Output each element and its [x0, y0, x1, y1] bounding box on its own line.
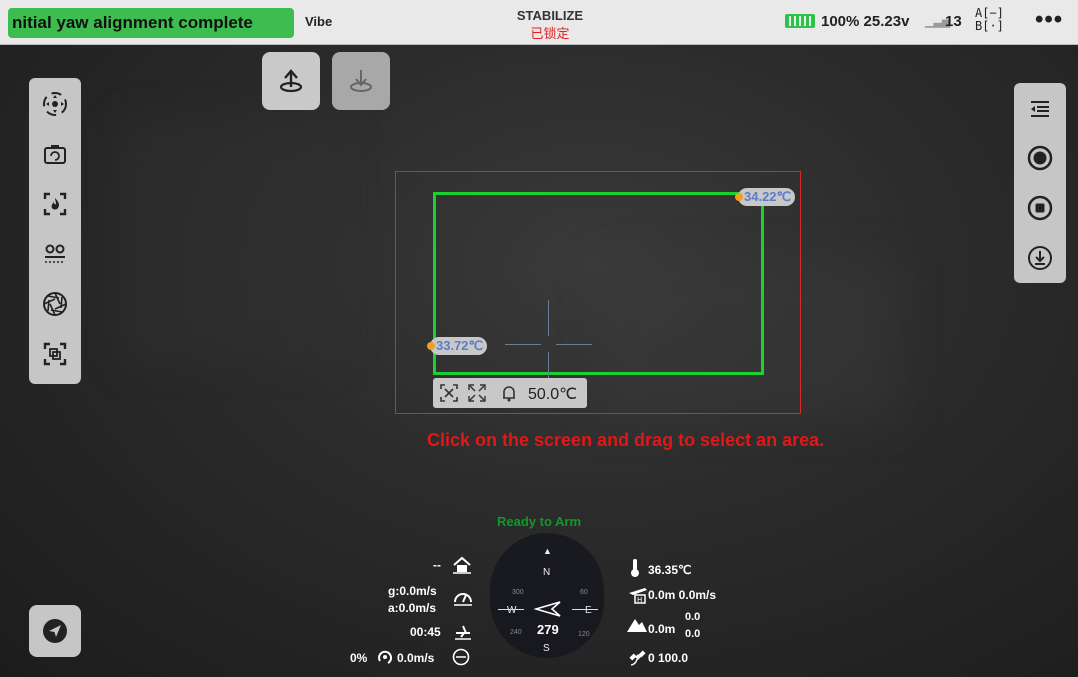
flight-time-value: 00:45: [410, 625, 441, 639]
land-icon: [350, 70, 372, 92]
camera-switch-icon: [44, 145, 66, 164]
vertical-speed-icon: [452, 648, 470, 671]
more-menu-button[interactable]: •••: [1035, 6, 1063, 34]
color-palette-button[interactable]: [35, 284, 75, 324]
left-toolbar: [29, 78, 81, 384]
top-status-bar: nitial yaw alignment complete Vibe STABI…: [0, 0, 1078, 45]
vibe-button[interactable]: Vibe: [305, 14, 332, 29]
battery-icon: [785, 14, 815, 28]
navigation-arrow-icon: [43, 619, 67, 643]
heading-value: 279: [537, 622, 559, 637]
takeoff-button[interactable]: [262, 52, 320, 110]
ab-point-indicator[interactable]: A[−] B[·]: [975, 7, 1004, 33]
collapse-panel-button[interactable]: [1020, 88, 1060, 128]
aircraft-heading-icon: [534, 601, 561, 617]
record-circle-icon: [1027, 145, 1053, 171]
crosshair-top: [548, 300, 549, 336]
gimbal-center-button[interactable]: [35, 84, 75, 124]
aperture-icon: [43, 292, 67, 316]
temperature-points-button[interactable]: [35, 234, 75, 274]
home-distance-value: --: [433, 558, 441, 572]
download-icon: [1028, 246, 1052, 270]
compass-e: E: [585, 605, 592, 616]
stop-square-icon: [1027, 195, 1053, 221]
mission-send-button[interactable]: [29, 605, 81, 657]
thermal-mode-button[interactable]: [35, 184, 75, 224]
compass-tick-120: 120: [578, 631, 590, 638]
throttle-icon: [376, 648, 394, 671]
picture-in-picture-button[interactable]: [35, 334, 75, 374]
compass-pointer-icon: ▲: [543, 546, 552, 556]
pip-icon: [43, 342, 67, 366]
clear-frame-icon: [440, 384, 458, 402]
status-message[interactable]: nitial yaw alignment complete: [8, 8, 294, 38]
crosshair-right: [556, 344, 592, 345]
compass-tick-60: 60: [580, 589, 588, 596]
compass: ▲ N S E W 300 60 120 240: [490, 533, 604, 658]
pin-ruler-icon: [45, 244, 65, 263]
battery-status[interactable]: 100% 25.23v: [821, 13, 909, 30]
selection-toolbar: 50.0℃: [433, 378, 587, 408]
download-button[interactable]: [1020, 238, 1060, 278]
menu-collapse-icon: [1031, 101, 1049, 117]
compass-s: S: [543, 643, 550, 654]
clear-selection-button[interactable]: [439, 383, 459, 408]
target-center-icon: [43, 92, 67, 116]
gps-satellite-icon: [627, 647, 647, 672]
compass-tick-300: 300: [512, 589, 524, 596]
fullscreen-area-button[interactable]: [467, 383, 487, 408]
compass-line-east: [572, 609, 598, 610]
temperature-alarm-button[interactable]: [499, 383, 519, 408]
min-temp-badge: 33.72℃: [426, 337, 488, 355]
flight-time-icon: [453, 623, 473, 646]
flame-frame-icon: [43, 192, 67, 216]
arm-status-text: Ready to Arm: [497, 514, 582, 529]
speedometer-icon: [452, 587, 474, 612]
climb-rate-value: 0.0m/s: [397, 651, 435, 665]
ab-b-label: B[·]: [975, 19, 1004, 33]
flight-mode-selector[interactable]: STABILIZE 已锁定: [500, 8, 600, 42]
altitude-speed-icon: H: [627, 585, 649, 610]
altitude-value: 0.0m: [648, 622, 676, 636]
home-icon: [452, 556, 472, 579]
takeoff-icon: [279, 69, 303, 93]
land-button[interactable]: [332, 52, 390, 110]
ground-speed-value: g:0.0m/s: [388, 584, 437, 598]
compass-tick-240: 240: [510, 629, 522, 636]
throttle-value: 0%: [350, 651, 368, 665]
flight-mode-label: STABILIZE: [516, 8, 584, 23]
compass-n: N: [543, 567, 551, 578]
compass-w: W: [507, 605, 517, 616]
altitude-sub-value: 0.0: [685, 628, 701, 640]
max-temp-badge: 34.22℃: [734, 188, 796, 206]
alarm-temperature-value[interactable]: 50.0℃: [528, 384, 577, 404]
mountain-icon: [626, 615, 648, 638]
thermometer-icon: [628, 558, 642, 583]
relative-alt-speed-value: 0.0m 0.0m/s: [648, 588, 717, 602]
camera-view-shade: [120, 120, 340, 360]
svg-text:H: H: [637, 596, 642, 604]
instruction-text: Click on the screen and drag to select a…: [427, 430, 825, 450]
gps-status-value: 0 100.0: [648, 651, 689, 665]
record-video-button[interactable]: [1020, 188, 1060, 228]
switch-camera-button[interactable]: [35, 134, 75, 174]
altitude-sup-value: 0.0: [685, 611, 701, 623]
capture-photo-button[interactable]: [1020, 138, 1060, 178]
right-toolbar: [1014, 83, 1066, 283]
compass-line-west: [498, 609, 524, 610]
temperature-value: 36.35℃: [648, 563, 692, 577]
air-speed-value: a:0.0m/s: [388, 601, 437, 615]
bell-icon: [503, 386, 515, 402]
crosshair-left: [505, 344, 541, 345]
arm-state-label: 已锁定: [530, 26, 570, 41]
satellite-count[interactable]: 13: [945, 13, 962, 30]
expand-icon: [468, 384, 486, 402]
